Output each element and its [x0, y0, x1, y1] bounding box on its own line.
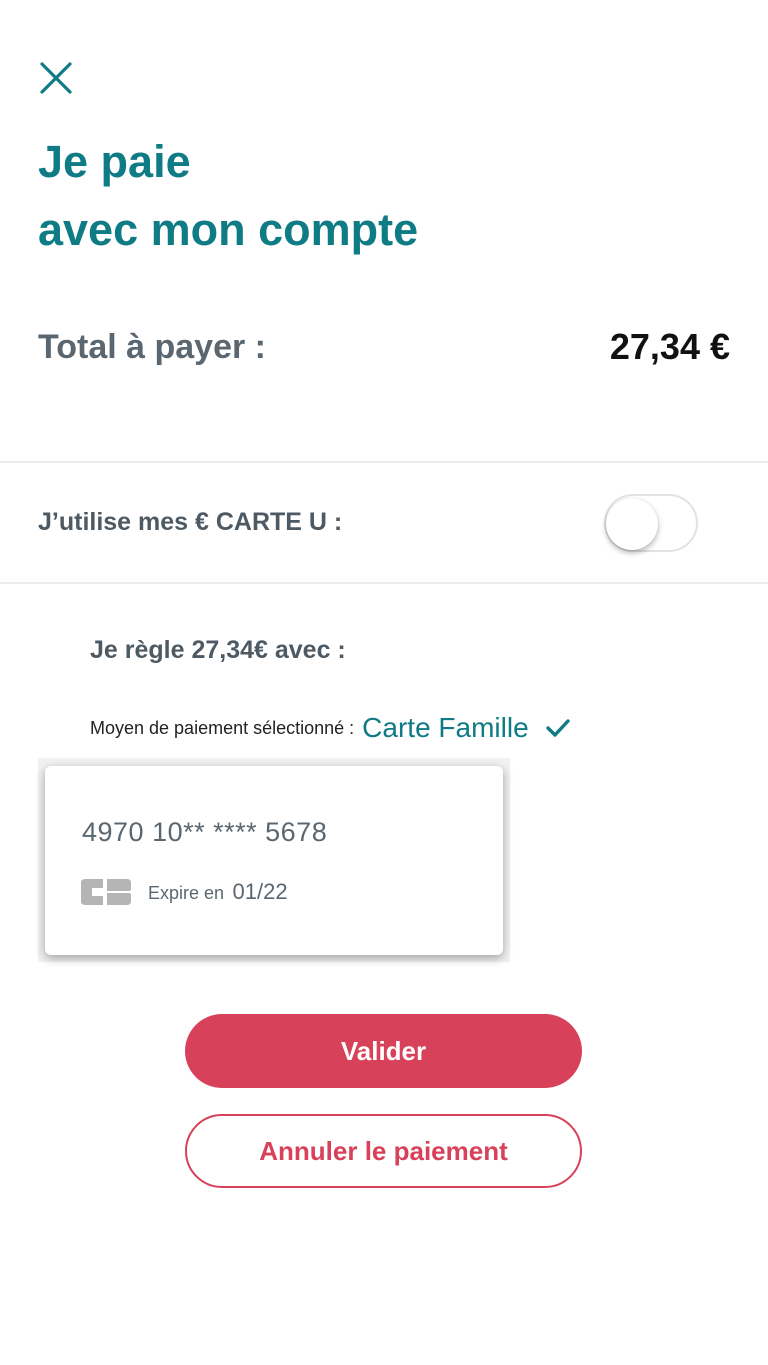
checkmark-icon: [543, 713, 573, 743]
cb-logo-icon: [81, 879, 131, 905]
divider-bottom: [0, 582, 768, 584]
total-label: Total à payer :: [38, 328, 266, 366]
selected-payment-value[interactable]: Carte Famille: [362, 708, 528, 748]
carte-u-toggle[interactable]: [604, 494, 698, 552]
card-expiry-label: Expire en: [148, 883, 225, 903]
cancel-payment-button[interactable]: Annuler le paiement: [185, 1114, 582, 1188]
card-number: 4970 10** **** 5678: [82, 817, 328, 847]
payment-amount-text: Je règle 27,34€ avec :: [90, 636, 346, 664]
page-title: Je paie avec mon compte: [38, 128, 418, 264]
close-icon: [40, 62, 72, 94]
selected-payment-method-row: Moyen de paiement sélectionné : Carte Fa…: [90, 708, 573, 748]
carte-u-label: J’utilise mes € CARTE U :: [38, 508, 343, 536]
card-expiry: Expire en 01/22: [148, 876, 288, 911]
payment-card[interactable]: 4970 10** **** 5678 Expire en 01/22: [45, 766, 503, 955]
total-amount: 27,34 €: [609, 326, 730, 367]
card-expiry-date: 01/22: [232, 879, 288, 904]
selected-payment-label: Moyen de paiement sélectionné :: [90, 718, 355, 738]
page-title-line-2: avec mon compte: [38, 204, 419, 255]
page-title-line-1: Je paie: [38, 136, 191, 187]
toggle-knob: [606, 498, 658, 550]
divider-top: [0, 461, 768, 463]
validate-button[interactable]: Valider: [185, 1014, 582, 1088]
close-button[interactable]: [36, 58, 76, 98]
